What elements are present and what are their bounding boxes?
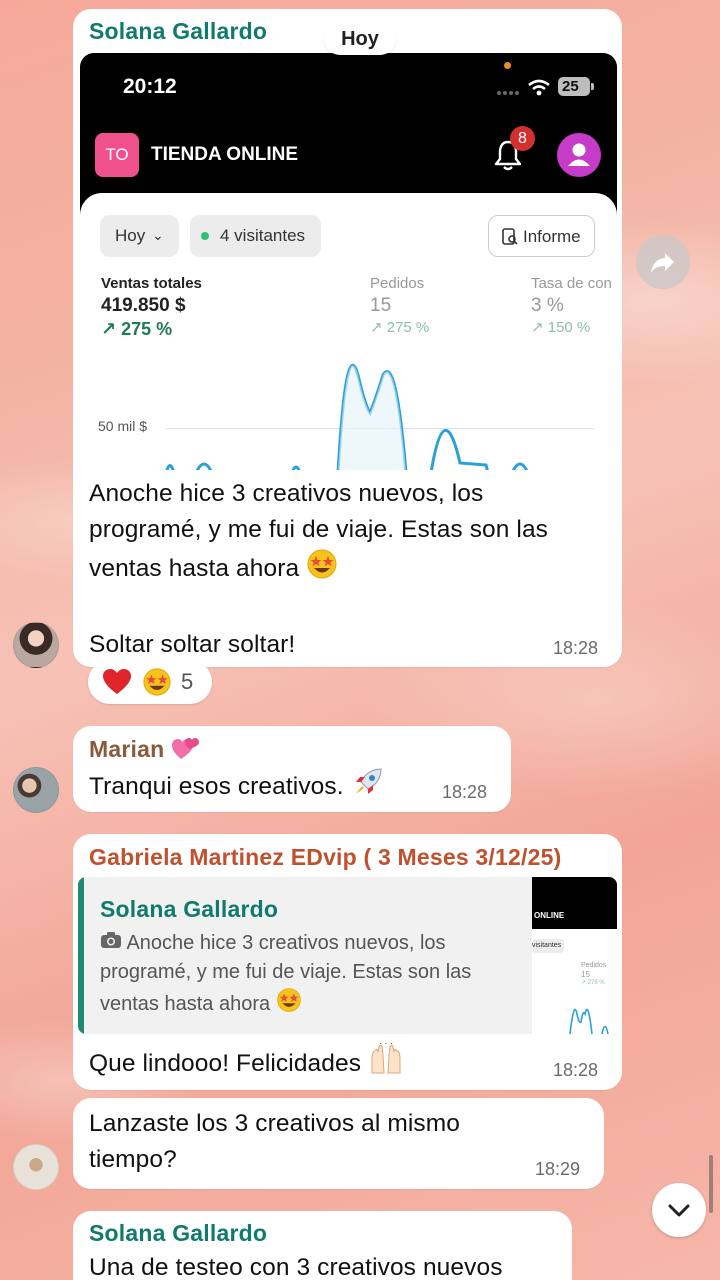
sales-chart-line: [165, 363, 529, 470]
dashboard-panel: Hoy ⌄ 4 visitantes Informe Ventas totale…: [80, 193, 617, 470]
battery-icon: 25: [558, 77, 594, 96]
metric-value: 3 %: [531, 295, 564, 316]
message-text: Anoche hice 3 creativos nuevos, los prog…: [89, 480, 549, 658]
metric-label: Tasa de con: [531, 275, 612, 292]
status-time: 20:12: [123, 75, 177, 98]
scrollbar[interactable]: [709, 1155, 713, 1213]
star-struck-emoji-icon: [306, 548, 338, 591]
star-struck-emoji-icon: [142, 667, 172, 702]
sender-name[interactable]: Solana Gallardo: [89, 18, 267, 45]
signal-icon: [497, 91, 519, 95]
quoted-image-thumbnail: ONLINE visitantes Pedidos 15 ↗ 275 %: [532, 877, 617, 1034]
message-time: 18:28: [442, 782, 488, 802]
metric-label: Ventas totales: [101, 275, 202, 292]
sparkling-heart-emoji-icon: [171, 735, 201, 767]
report-icon: [502, 228, 518, 245]
metric-value: 15: [370, 295, 392, 316]
message-time: 18:29: [535, 1159, 581, 1179]
chevron-down-icon: ⌄: [152, 227, 164, 243]
message-text: Que lindooo! Felicidades: [89, 1042, 404, 1086]
quoted-sender: Solana Gallardo: [100, 896, 279, 922]
store-name: TIENDA ONLINE: [151, 144, 299, 165]
message-time: 18:28: [553, 638, 599, 658]
forward-button[interactable]: [636, 235, 690, 289]
battery-level: 25: [562, 78, 579, 95]
metric-value: 419.850 $: [101, 295, 186, 316]
online-dot-icon: [201, 232, 209, 240]
avatar[interactable]: [13, 1144, 59, 1190]
reactions-pill[interactable]: 5: [88, 660, 212, 704]
camera-icon: [100, 929, 122, 958]
forward-arrow-icon: [651, 253, 674, 273]
wifi-icon: [528, 79, 550, 96]
star-struck-emoji-icon: [276, 987, 302, 1022]
report-button: Informe: [488, 215, 595, 257]
sender-name[interactable]: Marian: [89, 735, 201, 767]
visitors-chip: 4 visitantes: [190, 215, 321, 257]
message-image[interactable]: 20:12 25 TO TIENDA ONLINE 8 Hoy ⌄ 4 visi…: [80, 53, 617, 470]
quoted-text: Anoche hice 3 creativos nuevos, los prog…: [100, 929, 520, 1022]
sender-name[interactable]: Gabriela Martinez EDvip ( 3 Meses 3/12/2…: [89, 844, 561, 871]
message-text: Una de testeo con 3 creativos nuevos: [89, 1254, 503, 1280]
message-text: Tranqui esos creativos.: [89, 765, 385, 810]
message-bubble[interactable]: Lanzaste los 3 creativos al mismo tiempo…: [73, 1098, 604, 1189]
metric-label: Pedidos: [370, 275, 425, 292]
reaction-count: 5: [181, 669, 194, 694]
quoted-message[interactable]: Solana Gallardo Anoche hice 3 creativos …: [78, 877, 617, 1034]
message-time: 18:28: [553, 1060, 599, 1080]
quote-accent-bar: [78, 877, 84, 1034]
rocket-emoji-icon: [351, 765, 385, 810]
notification-badge: 8: [510, 126, 535, 151]
chevron-down-icon: [668, 1204, 690, 1217]
period-chip: Hoy ⌄: [100, 215, 179, 257]
sender-name[interactable]: Solana Gallardo: [89, 1220, 267, 1247]
date-separator: Hoy: [324, 23, 396, 55]
avatar[interactable]: [13, 767, 59, 813]
orange-dot-indicator: [504, 62, 511, 69]
scroll-to-bottom-button[interactable]: [652, 1183, 706, 1237]
message-bubble[interactable]: Solana Gallardo Una de testeo con 3 crea…: [73, 1211, 572, 1280]
profile-avatar-icon: [557, 133, 601, 177]
store-badge: TO: [95, 133, 139, 177]
message-text: Lanzaste los 3 creativos al mismo tiempo…: [89, 1110, 460, 1173]
message-bubble[interactable]: Marian Tranqui esos creativos. 18:28: [73, 726, 511, 812]
heart-emoji-icon: [102, 668, 132, 701]
raising-hands-emoji-icon: [368, 1042, 404, 1086]
avatar[interactable]: [13, 622, 59, 668]
